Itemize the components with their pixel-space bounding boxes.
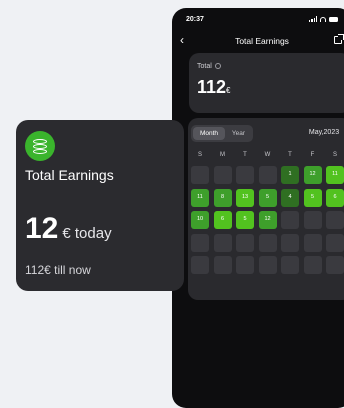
today-value: 12: [25, 212, 59, 245]
total-label-row: Total: [197, 63, 221, 70]
calendar-day-cell[interactable]: 5: [258, 188, 277, 207]
day-earning-label: 10: [196, 216, 204, 222]
calendar-day-cell[interactable]: [213, 233, 232, 252]
coins-icon: [25, 131, 55, 161]
month-selector[interactable]: May,2023⌄: [309, 128, 344, 136]
weekday-label: F: [310, 152, 315, 158]
signal-icon: [309, 16, 317, 22]
calendar-day-cell[interactable]: 12: [303, 166, 322, 184]
calendar-day-cell[interactable]: [258, 256, 277, 274]
calendar-day-cell[interactable]: [213, 256, 232, 274]
earnings-card: Total Earnings 12 € today 112€ till now: [16, 120, 184, 291]
calendar-day-cell[interactable]: 4: [281, 188, 299, 207]
day-earning-label: 11: [197, 193, 203, 200]
day-earning-label: 5: [243, 216, 247, 222]
day-earning-label: 4: [288, 193, 292, 200]
period-toggle: Month Year: [191, 125, 253, 142]
calendar-day-cell[interactable]: 12: [258, 211, 277, 229]
info-icon[interactable]: [214, 63, 221, 69]
day-earning-label: 8: [220, 193, 225, 200]
day-earning-label: 12: [264, 216, 271, 222]
calendar-day-cell[interactable]: [236, 256, 254, 274]
earnings-total: 112€ till now: [25, 263, 91, 277]
calendar-day-cell[interactable]: [191, 256, 209, 274]
calendar-day-cell[interactable]: 6: [326, 188, 344, 207]
tab-month[interactable]: Month: [193, 127, 225, 140]
calendar-day-cell[interactable]: [326, 233, 344, 252]
month-label: May,2023: [308, 129, 340, 136]
calendar-day-cell[interactable]: [326, 256, 344, 274]
calendar-day-cell[interactable]: [258, 233, 277, 252]
nav-bar: ‹ Total Earnings: [172, 32, 344, 52]
calendar-card: Month Year May,2023⌄ S M T W T F S 1 12 11 11 8 13 5…: [188, 118, 344, 300]
day-earning-label: 12: [309, 171, 316, 177]
total-value: 112: [197, 77, 227, 97]
day-earning-label: 6: [220, 216, 225, 222]
weekday-label: T: [288, 152, 292, 158]
calendar-day-cell[interactable]: [191, 233, 209, 252]
share-icon[interactable]: [334, 34, 344, 44]
weekday-label: S: [197, 152, 202, 158]
calendar-day-cell[interactable]: 10: [191, 211, 209, 229]
day-earning-label: 1: [288, 171, 292, 177]
weekday-label: S: [332, 152, 337, 158]
weekday-label: W: [264, 152, 271, 158]
total-label: Total: [197, 63, 212, 70]
calendar-day-cell[interactable]: 8: [213, 188, 232, 207]
day-earning-label: 11: [332, 171, 338, 177]
day-earning-label: 5: [310, 193, 315, 200]
earnings-today: 12 € today: [25, 212, 112, 246]
calendar-day-cell[interactable]: [236, 233, 254, 252]
calendar-day-cell[interactable]: [213, 166, 232, 184]
calendar-day-cell[interactable]: [236, 166, 254, 184]
status-time: 20:37: [186, 16, 204, 23]
day-earning-label: 6: [333, 193, 337, 200]
tab-year[interactable]: Year: [226, 127, 251, 140]
status-bar: 20:37: [186, 16, 338, 28]
calendar-day-cell[interactable]: 6: [213, 211, 232, 229]
calendar-day-cell[interactable]: [303, 211, 322, 229]
day-earning-label: 13: [241, 193, 249, 200]
calendar-day-cell[interactable]: [258, 166, 277, 184]
calendar-day-cell[interactable]: 5: [236, 211, 254, 229]
total-currency: €: [226, 86, 231, 95]
today-unit: € today: [62, 225, 112, 242]
earnings-title: Total Earnings: [25, 167, 114, 183]
calendar-day-cell[interactable]: 13: [236, 188, 254, 207]
calendar-day-cell[interactable]: 11: [191, 188, 209, 207]
calendar-day-cell[interactable]: [303, 256, 322, 274]
weekday-label: M: [220, 152, 225, 158]
page-title: Total Earnings: [235, 36, 289, 46]
phone-screen: 20:37 ‹ Total Earnings Total 112€ Month …: [172, 8, 344, 408]
calendar-day-cell[interactable]: 5: [303, 188, 322, 207]
status-icons: [309, 16, 338, 22]
calendar-day-cell[interactable]: [281, 256, 299, 274]
total-value-row: 112€: [197, 77, 231, 98]
battery-icon: [329, 16, 338, 22]
calendar-day-cell[interactable]: [191, 166, 209, 184]
total-card: Total 112€: [189, 53, 344, 113]
calendar-day-cell[interactable]: [326, 211, 344, 229]
wifi-icon: [320, 16, 326, 22]
calendar-day-cell[interactable]: 11: [326, 166, 344, 184]
calendar-day-cell[interactable]: [303, 233, 322, 252]
day-earning-label: 5: [265, 193, 270, 200]
calendar-day-cell[interactable]: [281, 211, 299, 229]
weekday-label: T: [243, 152, 247, 158]
calendar-day-cell[interactable]: 1: [281, 166, 299, 184]
calendar-day-cell[interactable]: [281, 233, 299, 252]
